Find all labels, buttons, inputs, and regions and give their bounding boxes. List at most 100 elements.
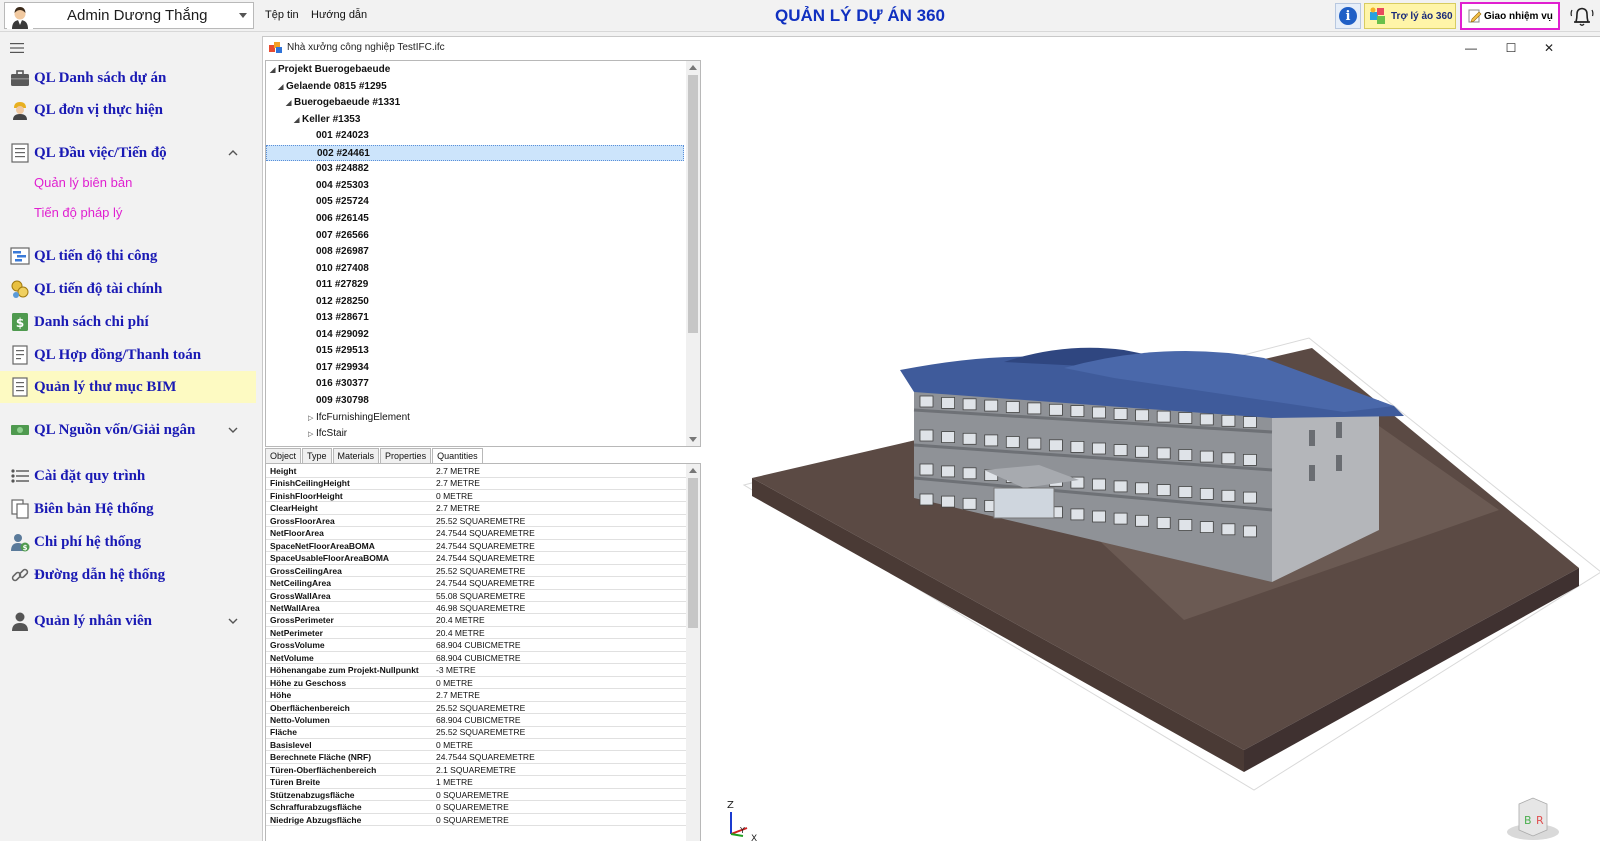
tree-node[interactable]: 009 #30798 (308, 393, 369, 409)
tree-node[interactable]: 001 #24023 (308, 128, 369, 144)
table-row[interactable]: SpaceNetFloorAreaBOMA 24.7544 SQUAREMETRE (266, 540, 686, 553)
tree-scroll-thumb[interactable] (688, 75, 698, 333)
table-row[interactable]: ClearHeight 2.7 METRE (266, 502, 686, 515)
tree-node[interactable]: ▷ IfcStair (308, 426, 347, 442)
table-row[interactable]: Netto-Volumen 68.904 CUBICMETRE (266, 714, 686, 727)
table-row[interactable]: Höhenangabe zum Projekt-Nullpunkt -3 METR… (266, 664, 686, 677)
table-row[interactable]: Türen Breite 1 METRE (266, 776, 686, 789)
table-row[interactable]: GrossCeilingArea 25.52 SQUAREMETRE (266, 565, 686, 578)
model-tree[interactable]: ◢ Projekt Buerogebaeude ◢ Gelaende 0815 #12… (265, 60, 701, 447)
table-row[interactable]: Höhe zu Geschoss 0 METRE (266, 677, 686, 690)
table-row[interactable]: GrossPerimeter 20.4 METRE (266, 614, 686, 627)
sidebar-item-system-links[interactable]: Đường dẫn hệ thống (0, 559, 256, 591)
table-row[interactable]: NetCeilingArea 24.7544 SQUAREMETRE (266, 577, 686, 590)
table-row[interactable]: NetVolume 68.904 CUBICMETRE (266, 652, 686, 665)
table-row[interactable]: GrossVolume 68.904 CUBICMETRE (266, 639, 686, 652)
scroll-down-icon[interactable] (689, 437, 697, 442)
tree-node[interactable]: 003 #24882 (308, 161, 369, 177)
sidebar-item-system-minutes[interactable]: Biên bản Hệ thống (0, 493, 256, 525)
expanded-triangle-icon[interactable]: ◢ (286, 96, 294, 112)
tree-node[interactable]: 004 #25303 (308, 178, 369, 194)
menu-help[interactable]: Hướng dẫn (311, 9, 367, 21)
chevron-down-icon[interactable] (228, 427, 238, 433)
table-row[interactable]: FinishCeilingHeight 2.7 METRE (266, 477, 686, 490)
sidebar-item-projects[interactable]: QL Danh sách dự án (0, 62, 256, 94)
table-row[interactable]: Niedrige Abzugsfläche 0 SQUAREMETRE (266, 814, 686, 827)
scroll-up-icon[interactable] (689, 65, 697, 70)
sidebar-item-funding[interactable]: QL Nguồn vốn/Giải ngân (0, 414, 256, 446)
collapsed-triangle-icon[interactable]: ▷ (308, 411, 316, 427)
tree-node[interactable]: 007 #26566 (308, 228, 369, 244)
tree-node[interactable]: ◢ Projekt Buerogebaeude (270, 62, 390, 78)
tree-node[interactable]: 011 #27829 (308, 277, 368, 293)
minimize-button[interactable]: — (1457, 39, 1485, 57)
info-button[interactable]: i (1335, 3, 1361, 29)
table-row[interactable]: NetFloorArea 24.7544 SQUAREMETRE (266, 527, 686, 540)
chevron-up-icon[interactable] (228, 150, 238, 156)
tree-node[interactable]: 012 #28250 (308, 294, 369, 310)
tab-quantities[interactable]: Quantities (432, 448, 483, 464)
sidebar-subitem-minutes[interactable]: Quản lý biên bản (34, 175, 132, 190)
table-row[interactable]: Height 2.7 METRE (266, 465, 686, 478)
maximize-button[interactable]: ☐ (1497, 39, 1525, 57)
sidebar-item-cost-list[interactable]: $ Danh sách chi phí (0, 306, 256, 338)
table-row[interactable]: Stützenabzugsfläche 0 SQUAREMETRE (266, 789, 686, 802)
sidebar-item-staff[interactable]: Quản lý nhân viên (0, 605, 256, 637)
tab-materials[interactable]: Materials (332, 448, 380, 463)
tab-object[interactable]: Object (265, 448, 302, 463)
table-row[interactable]: Schraffurabzugsfläche 0 SQUAREMETRE (266, 801, 686, 814)
quantities-scrollbar[interactable] (686, 464, 700, 841)
menu-file[interactable]: Tệp tin (265, 9, 299, 21)
scroll-up-icon[interactable] (689, 468, 697, 473)
tree-node[interactable]: 005 #25724 (308, 194, 369, 210)
tree-node[interactable]: ◢ Keller #1353 (294, 112, 360, 128)
table-row[interactable]: Berechnete Fläche (NRF) 24.7544 SQUAREMET… (266, 751, 686, 764)
quantities-scroll-thumb[interactable] (688, 478, 698, 628)
assign-task-button[interactable]: Giao nhiệm vụ (1460, 2, 1560, 30)
table-row[interactable]: FinishFloorHeight 0 METRE (266, 490, 686, 503)
tree-node[interactable]: ▷ IfcFurnishingElement (308, 410, 410, 426)
sidebar-item-system-cost[interactable]: $ Chi phí hệ thống (0, 526, 256, 558)
table-row[interactable]: Türen-Oberflächenbereich 2.1 SQUAREMETRE (266, 764, 686, 777)
bell-icon[interactable] (1568, 4, 1596, 28)
sidebar-item-finance-progress[interactable]: QL tiến độ tài chính (0, 273, 256, 305)
tree-scrollbar[interactable] (686, 61, 700, 446)
table-row[interactable]: NetPerimeter 20.4 METRE (266, 627, 686, 640)
tab-properties[interactable]: Properties (380, 448, 432, 463)
sidebar-item-workflow-settings[interactable]: Cài đặt quy trình (0, 460, 256, 492)
tree-node[interactable]: ◢ Buerogebaeude #1331 (286, 95, 400, 111)
table-row[interactable]: Oberflächenbereich 25.52 SQUAREMETRE (266, 702, 686, 715)
table-row[interactable]: Höhe 2.7 METRE (266, 689, 686, 702)
table-row[interactable]: GrossFloorArea 25.52 SQUAREMETRE (266, 515, 686, 528)
table-row[interactable]: Fläche 25.52 SQUAREMETRE (266, 726, 686, 739)
3d-viewport[interactable]: Z Y X B R (704, 60, 1600, 841)
tree-node[interactable]: 010 #27408 (308, 261, 369, 277)
user-selector[interactable]: Admin Dương Thắng (4, 2, 254, 29)
sidebar-item-tasks[interactable]: QL Đầu việc/Tiến độ (0, 137, 256, 169)
table-row[interactable]: GrossWallArea 55.08 SQUAREMETRE (266, 590, 686, 602)
sidebar-item-construction-progress[interactable]: QL tiến độ thi công (0, 240, 256, 272)
chevron-down-icon[interactable] (228, 618, 238, 624)
sidebar-item-contractors[interactable]: QL đơn vị thực hiện (0, 94, 256, 126)
sidebar-item-bim-folder[interactable]: Quản lý thư mục BIM (0, 371, 256, 403)
table-row[interactable]: SpaceUsableFloorAreaBOMA 24.7544 SQUAREME… (266, 552, 686, 565)
tree-node[interactable]: 002 #24461 (266, 144, 684, 161)
hamburger-menu-icon[interactable] (10, 43, 24, 53)
close-button[interactable]: ✕ (1535, 39, 1563, 57)
tree-node[interactable]: 006 #26145 (308, 211, 369, 227)
quantities-table[interactable]: Height 2.7 METRE FinishCeilingHeight 2.7 ME… (265, 463, 701, 841)
collapsed-triangle-icon[interactable]: ▷ (308, 427, 316, 443)
expanded-triangle-icon[interactable]: ◢ (294, 113, 302, 129)
tree-node[interactable]: 017 #29934 (308, 360, 369, 376)
tree-node[interactable]: 015 #29513 (308, 343, 369, 359)
expanded-triangle-icon[interactable]: ◢ (270, 63, 278, 79)
tree-node[interactable]: 008 #26987 (308, 244, 369, 260)
table-row[interactable]: NetWallArea 46.98 SQUAREMETRE (266, 602, 686, 615)
tree-node[interactable]: ◢ Gelaende 0815 #1295 (278, 79, 387, 95)
table-row[interactable]: Basislevel 0 METRE (266, 739, 686, 752)
tree-node[interactable]: 016 #30377 (308, 376, 369, 392)
sidebar-subitem-legal-progress[interactable]: Tiến độ pháp lý (34, 205, 122, 220)
chevron-down-icon[interactable] (239, 13, 247, 18)
tree-node[interactable]: 014 #29092 (308, 327, 369, 343)
tree-node[interactable]: 013 #28671 (308, 310, 369, 326)
